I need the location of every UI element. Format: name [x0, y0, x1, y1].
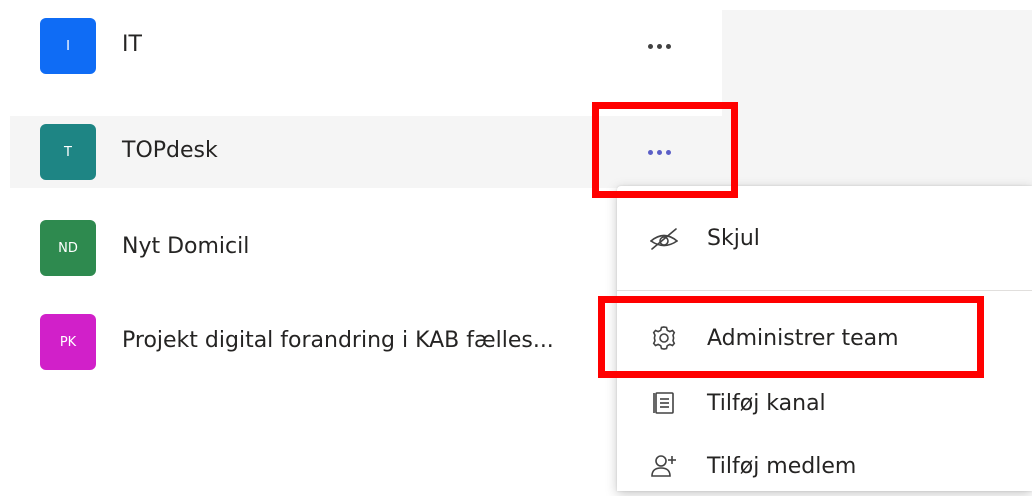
- more-dot: [665, 149, 671, 155]
- add-member-icon: [647, 449, 681, 483]
- more-dot: [647, 43, 653, 49]
- menu-item-label: Tilføj kanal: [707, 390, 826, 416]
- menu-item-tilfoej-kanal[interactable]: Tilføj kanal: [617, 373, 1032, 433]
- team-avatar: ND: [40, 220, 96, 276]
- team-avatar: I: [40, 18, 96, 74]
- team-context-menu: Skjul Administrer team Tilføj kanal Tilf…: [617, 186, 1032, 491]
- team-avatar-initials: I: [66, 38, 70, 54]
- more-dot: [656, 149, 662, 155]
- add-channel-icon: [647, 386, 681, 420]
- team-row-nyt-domicil[interactable]: ND Nyt Domicil: [10, 212, 722, 284]
- menu-item-label: Administrer team: [707, 325, 899, 351]
- menu-divider: [617, 290, 1032, 291]
- menu-item-skjul[interactable]: Skjul: [617, 208, 1032, 268]
- team-avatar: T: [40, 124, 96, 180]
- more-dot: [665, 43, 671, 49]
- team-name: IT: [122, 32, 142, 57]
- gear-icon: [647, 321, 681, 355]
- team-row-projekt[interactable]: PK Projekt digital forandring i KAB fæll…: [10, 306, 722, 378]
- menu-item-label: Tilføj medlem: [707, 453, 857, 479]
- menu-item-tilfoej-medlem[interactable]: Tilføj medlem: [617, 436, 1032, 496]
- team-avatar: PK: [40, 314, 96, 370]
- more-options-button[interactable]: [626, 26, 692, 66]
- team-name: Projekt digital forandring i KAB fælles.…: [122, 328, 554, 353]
- more-dot: [656, 43, 662, 49]
- more-options-button[interactable]: [626, 132, 692, 172]
- team-avatar-initials: ND: [58, 240, 78, 256]
- team-name: TOPdesk: [122, 138, 218, 163]
- team-avatar-initials: PK: [59, 334, 77, 350]
- menu-item-label: Skjul: [707, 225, 760, 251]
- team-name: Nyt Domicil: [122, 234, 250, 259]
- menu-item-administrer-team[interactable]: Administrer team: [617, 308, 1032, 368]
- team-row-it[interactable]: I IT: [10, 10, 722, 82]
- more-dot: [647, 149, 653, 155]
- hide-eye-icon: [647, 221, 681, 255]
- team-row-topdesk[interactable]: T TOPdesk: [10, 116, 722, 188]
- team-avatar-initials: T: [64, 144, 72, 160]
